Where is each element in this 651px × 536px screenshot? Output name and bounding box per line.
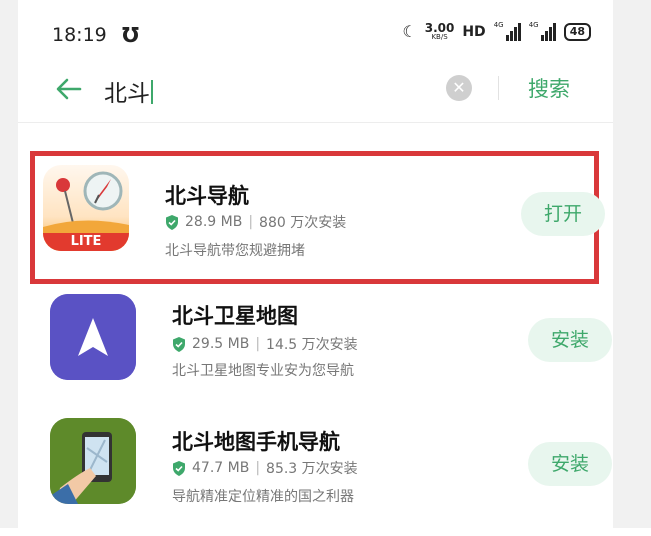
map-phone-navigation-app-icon: [50, 418, 136, 504]
app-size: 28.9 MB: [185, 214, 243, 230]
search-query-text: 北斗: [104, 81, 150, 107]
satellite-map-app-icon: [50, 294, 136, 380]
install-count: 85.3 万次安装: [266, 461, 358, 477]
do-not-disturb-icon: ☾: [402, 22, 417, 41]
verified-shield-icon: [173, 460, 185, 476]
app-description: 导航精准定位精准的国之利器: [172, 489, 354, 505]
lite-badge: LITE: [70, 234, 102, 249]
notification-icon: Ʊ: [122, 23, 140, 47]
app-description: 北斗导航带您规避拥堵: [165, 243, 305, 259]
install-count: 14.5 万次安装: [266, 337, 358, 353]
status-bar: 18:19 Ʊ ☾ 3.00 KB/S HD 4G 4G 48: [18, 12, 613, 56]
battery-icon: 48: [563, 22, 591, 41]
search-button[interactable]: 搜索: [528, 73, 570, 103]
status-indicators: ☾ 3.00 KB/S HD 4G 4G 48: [402, 20, 591, 41]
right-frame: [613, 0, 651, 528]
app-meta: 47.7 MB | 85.3 万次安装: [172, 458, 358, 478]
signal-label: 4G: [493, 20, 504, 29]
install-button[interactable]: 安装: [528, 318, 612, 362]
list-item[interactable]: 北斗卫星地图 29.5 MB | 14.5 万次安装 北斗卫星地图专业安为您导航…: [36, 294, 612, 416]
signal-icon: 4G: [493, 20, 521, 41]
app-name: 北斗地图手机导航: [172, 430, 340, 454]
search-bar: 北斗 ✕ 搜索: [18, 64, 613, 120]
network-speed-unit: KB/S: [431, 33, 448, 41]
verified-shield-icon: [166, 214, 178, 230]
list-item[interactable]: 北斗地图手机导航 47.7 MB | 85.3 万次安装 导航精准定位精准的国之…: [36, 414, 612, 536]
signal-label-2: 4G: [528, 20, 539, 29]
search-divider: [498, 76, 499, 100]
list-item[interactable]: LITE 北斗导航 28.9 MB | 880 万次安装 北斗导航带您规避拥堵 …: [30, 151, 605, 284]
app-name: 北斗导航: [165, 184, 249, 208]
app-name: 北斗卫星地图: [172, 304, 298, 328]
phone-screen: 18:19 Ʊ ☾ 3.00 KB/S HD 4G 4G 48 北斗 ✕ 搜索 …: [18, 0, 613, 528]
meta-separator: |: [255, 460, 261, 476]
search-input[interactable]: 北斗: [104, 74, 153, 108]
back-arrow-icon[interactable]: [52, 72, 86, 106]
install-button[interactable]: 安装: [528, 442, 612, 486]
meta-separator: |: [255, 336, 261, 352]
verified-shield-icon: [173, 336, 185, 352]
network-speed: 3.00 KB/S: [425, 22, 455, 41]
beidou-navigation-app-icon: LITE: [43, 165, 129, 251]
app-size: 29.5 MB: [192, 336, 250, 352]
app-size: 47.7 MB: [192, 460, 250, 476]
meta-separator: |: [248, 214, 254, 230]
left-frame: [0, 0, 18, 528]
open-button[interactable]: 打开: [521, 192, 605, 236]
search-bar-divider: [18, 122, 613, 123]
status-time: 18:19: [52, 24, 107, 46]
app-description: 北斗卫星地图专业安为您导航: [172, 363, 354, 379]
hd-icon: HD: [462, 23, 486, 40]
signal-icon-2: 4G: [528, 20, 556, 41]
app-meta: 29.5 MB | 14.5 万次安装: [172, 334, 358, 354]
install-count: 880 万次安装: [259, 215, 347, 231]
app-meta: 28.9 MB | 880 万次安装: [165, 212, 346, 232]
text-caret: [151, 80, 153, 104]
clear-search-button[interactable]: ✕: [446, 75, 472, 101]
